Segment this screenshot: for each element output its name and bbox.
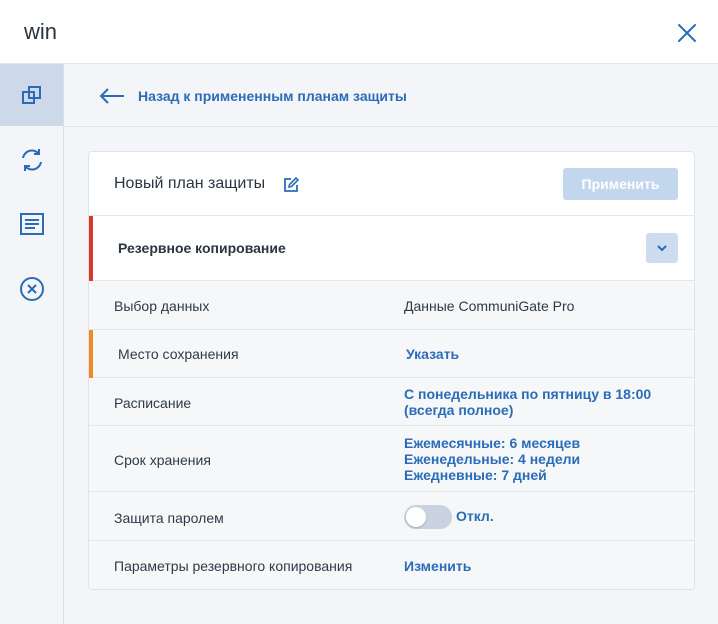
retention-daily[interactable]: Ежедневные: 7 дней xyxy=(404,467,547,483)
row-label: Защита паролем xyxy=(114,510,224,526)
schedule-link-note[interactable]: (всегда полное) xyxy=(404,402,513,418)
toggle-state: Откл. xyxy=(456,508,494,524)
retention-weekly[interactable]: Еженедельные: 4 недели xyxy=(404,451,580,467)
divider xyxy=(64,126,718,127)
close-icon[interactable] xyxy=(674,20,700,46)
password-toggle[interactable] xyxy=(404,505,452,529)
plan-header: Новый план защиты Применить xyxy=(89,152,694,216)
section-title: Резервное копирование xyxy=(118,240,286,256)
backup-options-link[interactable]: Изменить xyxy=(404,558,471,574)
row-label: Параметры резервного копирования xyxy=(114,558,353,574)
destination-link[interactable]: Указать xyxy=(406,346,459,362)
row-label: Расписание xyxy=(114,395,192,411)
activities-icon xyxy=(19,213,44,235)
row-label: Место сохранения xyxy=(118,346,239,362)
main-panel: Назад к примененным планам защиты Новый … xyxy=(64,64,718,624)
window-title: win xyxy=(24,19,58,44)
toggle-knob xyxy=(406,507,426,527)
row-schedule: Расписание С понедельника по пятницу в 1… xyxy=(89,378,694,426)
back-link-label: Назад к примененным планам защиты xyxy=(138,88,407,104)
refresh-icon xyxy=(21,149,42,171)
row-password: Защита паролем Откл. xyxy=(89,492,694,541)
collapse-button[interactable] xyxy=(646,233,678,263)
remove-icon xyxy=(19,277,44,301)
warning-marker xyxy=(89,330,93,378)
plans-icon xyxy=(21,86,41,104)
sidebar xyxy=(0,64,64,624)
arrow-left-icon xyxy=(99,88,124,104)
section-backup: Резервное копирование xyxy=(89,216,694,281)
row-retention: Срок хранения Ежемесячные: 6 месяцев Еже… xyxy=(89,426,694,492)
row-label: Выбор данных xyxy=(114,298,210,314)
row-data-selection: Выбор данных Данные CommuniGate Pro xyxy=(89,281,694,330)
row-label: Срок хранения xyxy=(114,452,211,468)
row-value: Данные CommuniGate Pro xyxy=(404,298,575,314)
edit-icon[interactable] xyxy=(283,176,300,193)
plan-card: Новый план защиты Применить Резервное ко… xyxy=(88,151,695,590)
sidebar-item-plans[interactable] xyxy=(0,64,63,126)
row-backup-options: Параметры резервного копирования Изменит… xyxy=(89,541,694,589)
sidebar-item-recovery[interactable] xyxy=(0,129,63,191)
sidebar-item-activities[interactable] xyxy=(0,193,63,255)
plan-name: Новый план защиты xyxy=(114,175,266,192)
row-destination: Место сохранения Указать xyxy=(89,330,694,378)
window-header: win xyxy=(0,0,718,64)
apply-button[interactable]: Применить xyxy=(563,168,678,200)
back-link[interactable]: Назад к примененным планам защиты xyxy=(98,84,407,108)
schedule-link[interactable]: С понедельника по пятницу в 18:00 xyxy=(404,386,651,402)
retention-monthly[interactable]: Ежемесячные: 6 месяцев xyxy=(404,435,580,451)
chevron-down-icon xyxy=(657,245,667,252)
section-marker xyxy=(89,216,93,281)
sidebar-item-remove[interactable] xyxy=(0,258,63,320)
